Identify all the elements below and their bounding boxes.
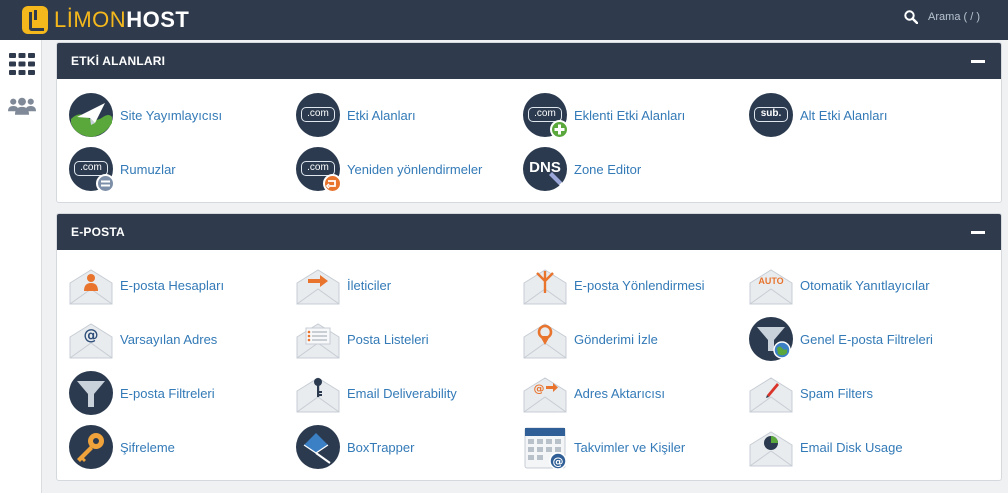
spam-filters-label: Spam Filters: [800, 385, 873, 401]
logo-text: LİMONHOST: [54, 7, 189, 33]
logo-text-limon: LİMON: [54, 7, 127, 32]
track-delivery-link[interactable]: Gönderimi İzle: [523, 316, 743, 362]
email-routing-link[interactable]: E-posta Yönlendirmesi: [523, 262, 743, 308]
autoresponders-icon: AUTO: [749, 263, 793, 307]
mailing-lists-icon: [296, 317, 340, 361]
redirect-badge-icon: [323, 174, 342, 193]
users-icon[interactable]: [8, 92, 36, 120]
domains-link[interactable]: .com Etki Alanları: [296, 92, 516, 138]
boxtrapper-icon: [296, 425, 340, 469]
aliases-icon: .com: [69, 147, 115, 193]
boxtrapper-link[interactable]: BoxTrapper: [296, 424, 516, 470]
svg-text:@: @: [84, 326, 99, 344]
email-disk-usage-link[interactable]: Email Disk Usage: [749, 424, 969, 470]
spam-filters-icon: [749, 371, 793, 415]
email-deliverability-icon: [296, 371, 340, 415]
domains-icon: .com: [296, 93, 340, 137]
email-deliverability-link[interactable]: Email Deliverability: [296, 370, 516, 416]
encryption-label: Şifreleme: [120, 439, 175, 455]
autoresponders-link[interactable]: AUTO Otomatik Yanıtlayıcılar: [749, 262, 969, 308]
logo-badge-icon: [22, 6, 48, 34]
domains-panel-title: ETKİ ALANLARI: [71, 54, 166, 68]
subdomains-icon: sub.: [749, 93, 793, 137]
forwarders-link[interactable]: İleticiler: [296, 262, 516, 308]
domains-panel-header[interactable]: ETKİ ALANLARI: [57, 43, 1001, 79]
email-panel: E-POSTA E-posta Hesapları İleticiler E-p…: [56, 213, 1002, 481]
plus-badge-icon: [550, 120, 569, 139]
zone-editor-icon: DNS: [523, 147, 567, 191]
calendars-contacts-label: Takvimler ve Kişiler: [574, 439, 686, 455]
track-delivery-icon: [523, 317, 567, 361]
email-panel-title: E-POSTA: [71, 225, 125, 239]
default-address-link[interactable]: @ Varsayılan Adres: [69, 316, 289, 362]
encryption-icon: [69, 425, 113, 469]
redirects-icon: .com: [296, 147, 342, 193]
addon-domains-label: Eklenti Etki Alanları: [574, 107, 686, 123]
track-delivery-label: Gönderimi İzle: [574, 331, 658, 347]
collapse-icon[interactable]: [971, 60, 985, 63]
search-placeholder: Arama ( / ): [928, 11, 980, 23]
address-importer-label: Adres Aktarıcısı: [574, 385, 666, 401]
mailing-lists-link[interactable]: Posta Listeleri: [296, 316, 516, 362]
calendars-contacts-link[interactable]: @ Takvimler ve Kişiler: [523, 424, 743, 470]
forwarders-label: İleticiler: [347, 277, 392, 293]
grid-icon[interactable]: [8, 50, 36, 78]
redirects-link[interactable]: .com Yeniden yönlendirmeler: [296, 146, 516, 193]
email-routing-label: E-posta Yönlendirmesi: [574, 277, 705, 293]
svg-text:@: @: [534, 382, 545, 395]
search-icon: [904, 10, 919, 24]
forwarders-icon: [296, 263, 340, 307]
boxtrapper-label: BoxTrapper: [347, 439, 415, 455]
addon-domains-link[interactable]: .com Eklenti Etki Alanları: [523, 92, 743, 139]
calendars-contacts-icon: @: [523, 425, 567, 470]
address-importer-link[interactable]: @ Adres Aktarıcısı: [523, 370, 743, 416]
email-accounts-icon: [69, 263, 113, 307]
zone-editor-label: Zone Editor: [574, 161, 642, 177]
subdomains-icon-text: sub.: [754, 107, 788, 122]
domains-panel: ETKİ ALANLARI Site Yayımlayıcısı .com Et…: [56, 42, 1002, 203]
logo-text-host: HOST: [126, 7, 190, 32]
mailing-lists-label: Posta Listeleri: [347, 331, 429, 347]
email-accounts-label: E-posta Hesapları: [120, 277, 225, 293]
email-accounts-link[interactable]: E-posta Hesapları: [69, 262, 289, 308]
redirects-label: Yeniden yönlendirmeler: [347, 161, 483, 177]
default-address-icon: @: [69, 317, 113, 361]
subdomains-link[interactable]: sub. Alt Etki Alanları: [749, 92, 969, 138]
global-filters-label: Genel E-posta Filtreleri: [800, 331, 933, 347]
email-disk-usage-icon: [749, 425, 793, 469]
email-filters-link[interactable]: E-posta Filtreleri: [69, 370, 289, 416]
addon-domains-icon: .com: [523, 93, 569, 139]
svg-text:@: @: [553, 455, 564, 468]
site-publisher-label: Site Yayımlayıcısı: [120, 107, 223, 123]
email-panel-header[interactable]: E-POSTA: [57, 214, 1001, 250]
global-filters-link[interactable]: Genel E-posta Filtreleri: [749, 316, 969, 362]
top-bar: LİMONHOST Arama ( / ): [0, 0, 1008, 40]
search-box[interactable]: Arama ( / ): [904, 10, 980, 24]
email-deliverability-label: Email Deliverability: [347, 385, 457, 401]
autoresponders-label: Otomatik Yanıtlayıcılar: [800, 277, 930, 293]
global-filters-icon: [749, 317, 793, 361]
auto-text: AUTO: [758, 276, 784, 286]
pencil-icon: [549, 172, 564, 188]
collapse-icon[interactable]: [971, 231, 985, 234]
email-filters-label: E-posta Filtreleri: [120, 385, 215, 401]
domains-icon-text: .com: [301, 107, 335, 122]
domains-label: Etki Alanları: [347, 107, 416, 123]
site-publisher-link[interactable]: Site Yayımlayıcısı: [69, 92, 289, 138]
site-publisher-icon: [69, 93, 113, 137]
spam-filters-link[interactable]: Spam Filters: [749, 370, 969, 416]
aliases-link[interactable]: .com Rumuzlar: [69, 146, 289, 193]
email-routing-icon: [523, 263, 567, 307]
zone-editor-link[interactable]: DNS Zone Editor: [523, 146, 743, 192]
limonhost-logo[interactable]: LİMONHOST: [22, 6, 189, 34]
encryption-link[interactable]: Şifreleme: [69, 424, 289, 470]
subdomains-label: Alt Etki Alanları: [800, 107, 888, 123]
aliases-label: Rumuzlar: [120, 161, 176, 177]
default-address-label: Varsayılan Adres: [120, 331, 218, 347]
email-filters-icon: [69, 371, 113, 415]
email-disk-usage-label: Email Disk Usage: [800, 439, 903, 455]
address-importer-icon: @: [523, 371, 567, 415]
equals-badge-icon: [96, 174, 115, 193]
sidebar: [0, 40, 42, 493]
